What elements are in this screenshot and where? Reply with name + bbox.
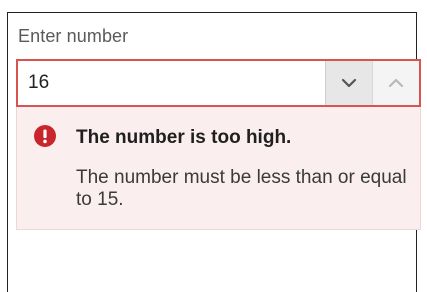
decrement-button[interactable] (325, 61, 372, 105)
number-input[interactable] (18, 61, 325, 105)
chevron-down-icon (341, 78, 357, 88)
error-description: The number must be less than or equal to… (76, 167, 407, 210)
exclamation-circle-icon (34, 125, 56, 147)
increment-button[interactable] (372, 61, 419, 105)
field-label: Enter number (18, 26, 129, 46)
error-title: The number is too high. (76, 127, 292, 148)
chevron-up-icon (388, 78, 404, 88)
number-input-container (16, 59, 421, 107)
